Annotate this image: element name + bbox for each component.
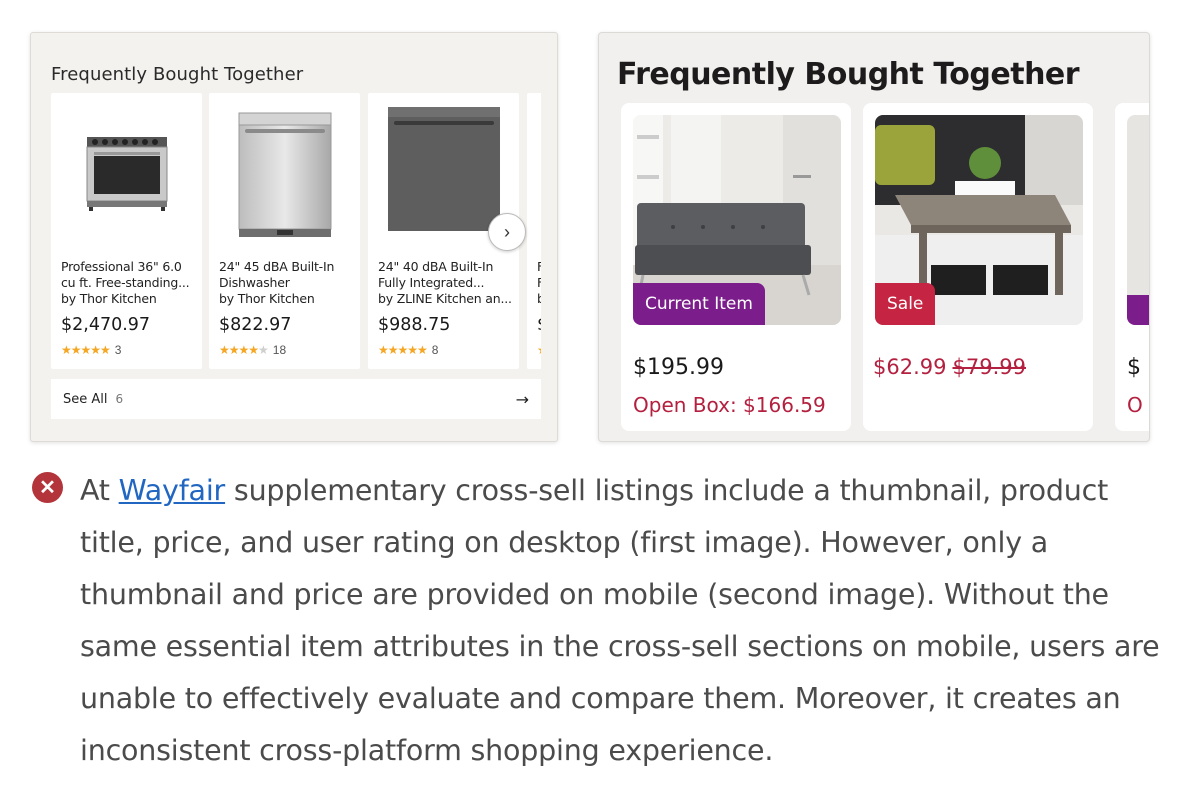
see-all-link[interactable]: See All 6 → <box>51 379 541 419</box>
sale-price-row: $62.99 $79.99 <box>873 355 1026 379</box>
sale-badge: Sale <box>875 283 936 325</box>
product-title[interactable]: 24" 45 dBA Built-In Dishwasher by Thor K… <box>219 259 353 307</box>
product-price: $195.99 <box>633 355 724 380</box>
x-circle-icon: ✕ <box>32 472 63 503</box>
mobile-section-title: Frequently Bought Together <box>617 57 1080 92</box>
original-price: $79.99 <box>952 355 1026 379</box>
desktop-product-carousel: Professional 36" 6.0 cu ft. Free-standin… <box>51 93 541 371</box>
open-box-price: Open Box: $166.59 <box>633 393 826 417</box>
product-price: $2,470.97 <box>61 315 151 335</box>
desktop-cross-sell-panel: Frequently Bought Together Professional … <box>30 32 558 442</box>
product-rating: ★★★★★ 8 <box>378 343 438 357</box>
caption-text: At Wayfair supplementary cross-sell list… <box>80 474 1160 767</box>
product-price: $ <box>537 315 541 335</box>
dishwasher-panel-image <box>388 107 500 231</box>
range-oven-image <box>86 137 168 211</box>
mobile-product-card[interactable]: Sale $62.99 $79.99 <box>863 103 1093 431</box>
product-rating: ★ <box>537 343 541 357</box>
wayfair-link[interactable]: Wayfair <box>119 474 226 507</box>
chevron-right-icon: › <box>504 221 510 242</box>
product-price: $822.97 <box>219 315 292 335</box>
desktop-section-title: Frequently Bought Together <box>51 64 304 85</box>
product-card-partial[interactable]: F F b $ ★ <box>527 93 541 369</box>
rating-count: 18 <box>272 343 287 357</box>
mobile-product-card-partial[interactable]: $ O <box>1115 103 1149 431</box>
product-title[interactable]: 24" 40 dBA Built-In Fully Integrated... … <box>378 259 512 307</box>
product-card[interactable]: 24" 45 dBA Built-In Dishwasher by Thor K… <box>209 93 360 369</box>
mobile-product-card[interactable]: Current Item $195.99 Open Box: $166.59 <box>621 103 851 431</box>
see-all-count: 6 <box>115 392 124 406</box>
star-rating-icon: ★★★★★ <box>378 343 428 357</box>
sale-price: $62.99 <box>873 355 947 379</box>
rating-count: 8 <box>431 343 439 357</box>
current-item-badge: Current Item <box>633 283 765 325</box>
product-title[interactable]: Professional 36" 6.0 cu ft. Free-standin… <box>61 259 195 307</box>
mobile-cross-sell-panel: Frequently Bought Together Current Item … <box>598 32 1150 442</box>
star-rating-icon: ★★★★★ <box>219 343 269 357</box>
open-box-price: O <box>1127 393 1143 417</box>
product-price: $ <box>1127 355 1141 380</box>
rating-count: 3 <box>114 343 122 357</box>
see-all-label: See All <box>63 391 108 407</box>
product-card[interactable]: Professional 36" 6.0 cu ft. Free-standin… <box>51 93 202 369</box>
product-title[interactable]: F F b <box>537 259 541 307</box>
product-rating: ★★★★★ 18 <box>219 343 286 357</box>
product-price: $988.75 <box>378 315 451 335</box>
arrow-right-icon: → <box>515 389 529 409</box>
carousel-next-button[interactable]: › <box>488 213 526 251</box>
star-rating-icon: ★★★★★ <box>61 343 111 357</box>
star-rating-icon: ★ <box>537 343 541 357</box>
partial-product-image <box>1127 115 1149 325</box>
dishwasher-steel-image <box>238 112 332 237</box>
product-rating: ★★★★★ 3 <box>61 343 121 357</box>
